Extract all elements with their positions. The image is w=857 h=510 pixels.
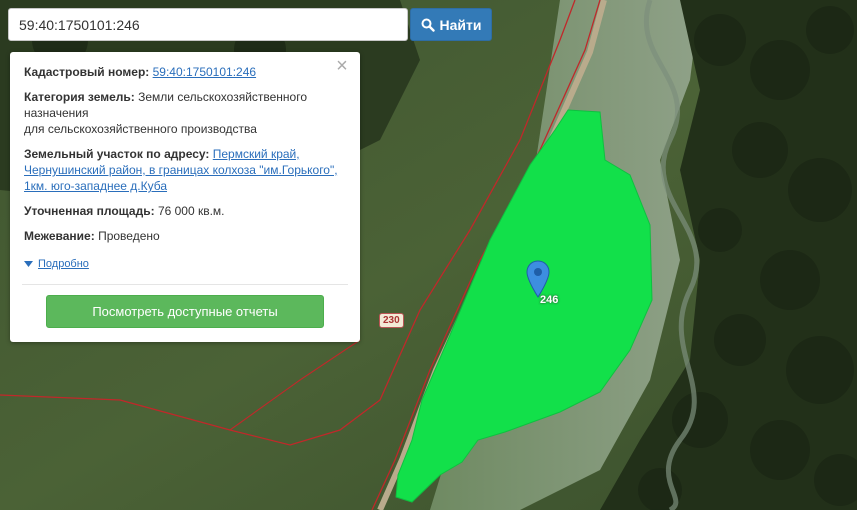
land-category-label: Категория земель: bbox=[24, 90, 135, 104]
address-label: Земельный участок по адресу: bbox=[24, 147, 210, 161]
land-category-purpose: для сельскохозяйственного производства bbox=[24, 122, 257, 136]
close-icon[interactable]: × bbox=[334, 56, 350, 76]
land-category-row: Категория земель: Земли сельскохозяйстве… bbox=[24, 89, 346, 137]
survey-value: Проведено bbox=[98, 229, 160, 243]
address-link-line2[interactable]: Чернушинский район, в границах колхоза "… bbox=[24, 163, 338, 177]
area-label: Уточненная площадь: bbox=[24, 204, 155, 218]
search-button[interactable]: Найти bbox=[410, 8, 492, 41]
location-pin-icon[interactable] bbox=[526, 260, 550, 298]
divider bbox=[22, 284, 348, 285]
search-button-label: Найти bbox=[439, 16, 482, 33]
area-value: 76 000 кв.м. bbox=[157, 204, 225, 218]
details-label: Подробно bbox=[38, 258, 89, 270]
parcel-number-label: 246 bbox=[540, 294, 559, 306]
cadastral-number-link[interactable]: 59:40:1750101:246 bbox=[153, 65, 256, 79]
road-number-badge: 230 bbox=[379, 313, 404, 328]
parcel-info-card: × Кадастровый номер: 59:40:1750101:246 К… bbox=[10, 52, 360, 342]
area-row: Уточненная площадь: 76 000 кв.м. bbox=[24, 203, 346, 219]
view-reports-button[interactable]: Посмотреть доступные отчеты bbox=[46, 295, 324, 328]
address-link-line1[interactable]: Пермский край, bbox=[213, 147, 300, 161]
survey-row: Межевание: Проведено bbox=[24, 228, 346, 244]
details-toggle[interactable]: Подробно bbox=[24, 256, 346, 272]
address-row: Земельный участок по адресу: Пермский кр… bbox=[24, 146, 346, 194]
caret-down-icon bbox=[24, 261, 33, 267]
cadastral-number-row: Кадастровый номер: 59:40:1750101:246 bbox=[24, 64, 346, 80]
survey-label: Межевание: bbox=[24, 229, 95, 243]
address-link-line3[interactable]: 1км. юго-западнее д.Куба bbox=[24, 179, 167, 193]
cadastral-search-input[interactable] bbox=[8, 8, 408, 41]
search-icon bbox=[421, 18, 435, 32]
cadastral-number-label: Кадастровый номер: bbox=[24, 65, 150, 79]
